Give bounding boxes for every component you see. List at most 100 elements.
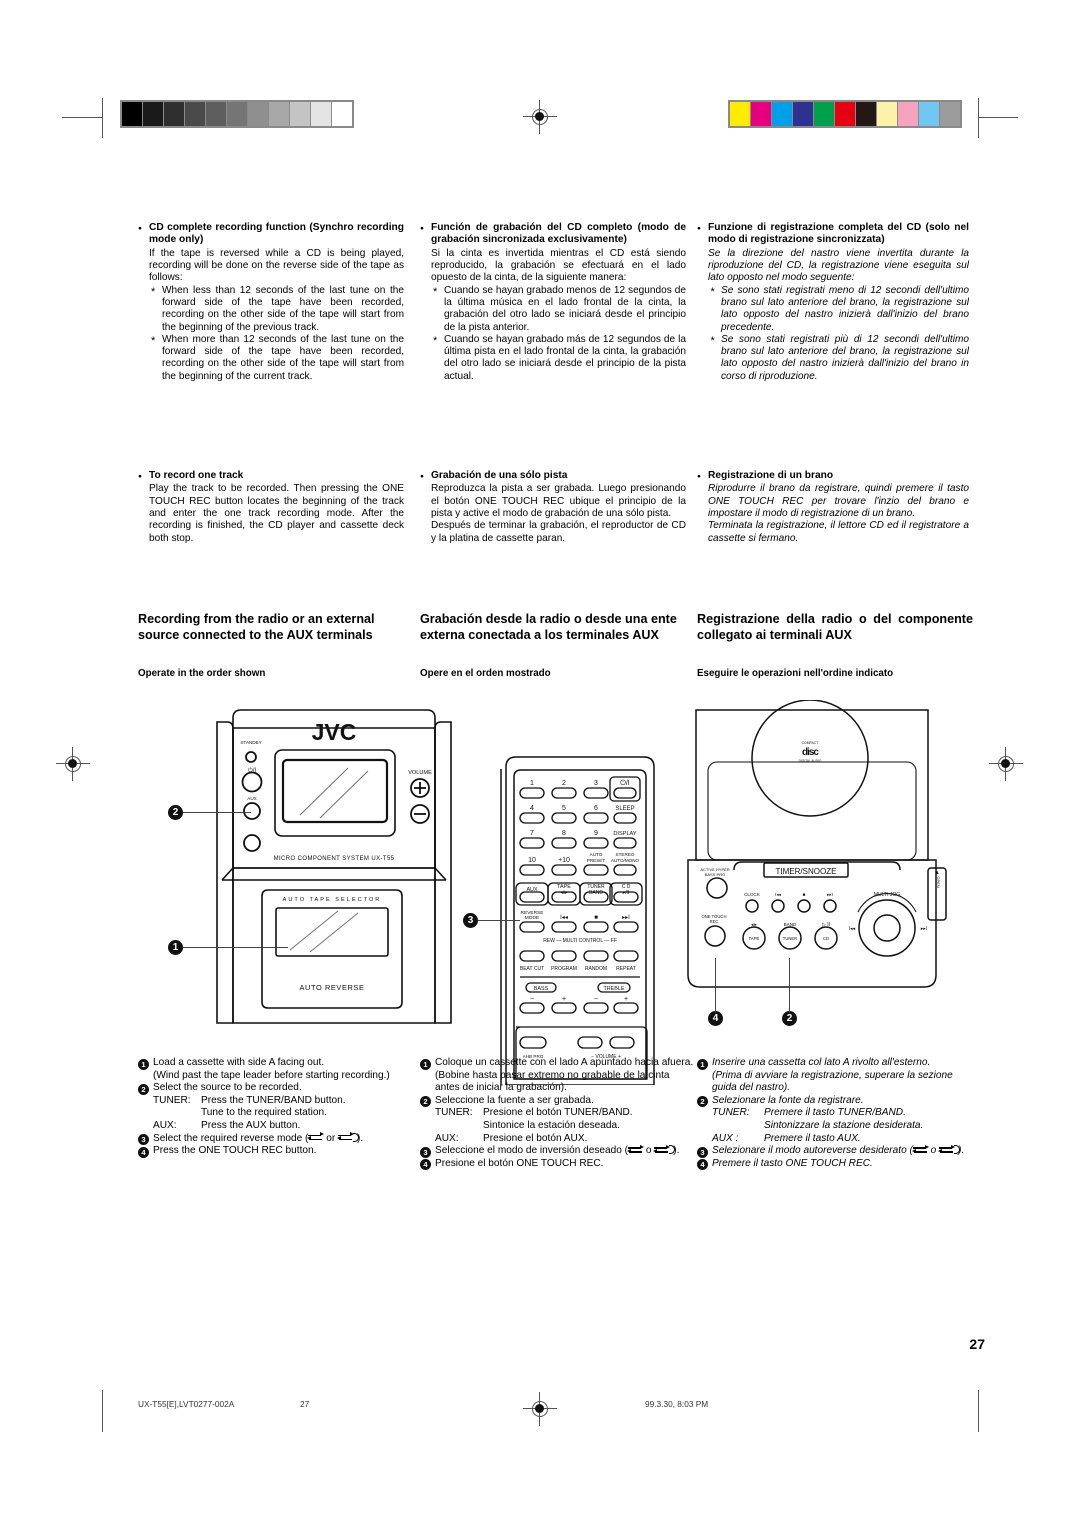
reverse-mode-loop-icon [911,1144,929,1154]
timer-snooze-label: TIMER/SNOOZE [776,867,837,876]
block-heading: Registrazione di un brano [697,470,969,483]
color-swatch-0 [730,102,750,126]
step-item: 3 Select the required reverse mode ( or )… [138,1131,410,1146]
step-option-row: AUX: Presione el botón AUX. [435,1133,694,1146]
step-text: Selezionare la fonte da registrare. [712,1094,864,1106]
remote-bass-minus: − [530,996,534,1003]
grayscale-swatch-4 [206,102,226,126]
step-option-row: Tune to the required station. [153,1107,410,1120]
remote-treble-minus: − [594,996,598,1003]
remote-band-label: BAND [589,890,603,896]
remote-bass-plus: + [562,996,566,1003]
step-text: (Wind past the tape leader before starti… [153,1069,390,1081]
step-option-key: TUNER: [435,1107,473,1119]
remote-bass-label: BASS [534,986,549,992]
step-text: Seleccione el modo de inversión deseado … [435,1144,680,1157]
trim-tick-tl-v [102,98,103,138]
step-number: 1 [138,1058,149,1070]
step-item: 4 Premere il tasto ONE TOUCH REC. [697,1158,973,1171]
step-number: 1 [697,1058,708,1070]
step-option-value: Sintonice la estación deseada. [483,1119,620,1131]
jog-prev-icon: I◂◂ [849,926,856,932]
remote-tape-icon: ◂I▸ [561,890,568,896]
step-number: 3 [420,1146,431,1158]
block-star-2: Cuando se hayan grabado más de 12 segund… [431,334,686,383]
remote-auto-preset-label-1: AUTO [590,852,603,857]
block-intro: Se la direzione del nastro viene inverti… [708,247,969,284]
block-record-one-track-en: To record one track Play the track to be… [138,470,404,545]
step-option-value: Sintonizzare la stazione desiderata. [764,1119,924,1131]
leader-line-callout-2 [183,812,251,814]
trim-tick-bl-v [102,1390,103,1432]
manual-page: CD complete recording function (Synchro … [0,0,1080,1528]
remote-key-7: 7 [530,830,534,837]
remote-treble-label: TREBLE [604,986,625,992]
step-number: 2 [420,1096,431,1108]
reverse-mode-once-icon [337,1131,360,1142]
step-number: 1 [420,1058,431,1070]
block-heading: Grabación de una sólo pista [420,470,686,483]
footer-timestamp: 99.3.30, 8:03 PM [645,1399,709,1409]
color-calibration-bar [728,100,962,128]
step-option-key: AUX: [153,1119,177,1131]
block-star-2: Se sono stati registrati più di 12 secon… [708,334,969,383]
panel-tape-label: TAPE [749,936,760,941]
page-number: 27 [969,1336,985,1352]
color-swatch-8 [898,102,918,126]
section-subtitle-italian: Eseguire le operazioni nell'ordine indic… [697,668,894,679]
reverse-mode-once-icon [653,1144,676,1155]
step-option-key [153,1107,201,1120]
step-text: Presione el botón ONE TOUCH REC. [435,1157,604,1169]
remote-prev-icon: I◂◂ [560,915,568,921]
step-item: 3 Selezionare il modo autoreverse desider… [697,1144,973,1158]
step-option-row: Sintonice la estación deseada. [435,1120,694,1133]
block-heading: CD complete recording function (Synchro … [138,222,404,247]
remote-multi-control-label: REW — MULTI CONTROL — FF [543,938,617,944]
leader-line-callout-3 [478,920,520,922]
step-item: 4 Presione el botón ONE TOUCH REC. [420,1158,694,1171]
remote-reverse-mode-label-2: MODE [525,915,539,921]
one-touch-label-2: REC [710,919,719,924]
step-text: Selezionare il modo autoreverse desidera… [712,1144,965,1157]
step-option-row: AUX: Press the AUX button. [153,1120,410,1133]
footer-page: 27 [300,1399,310,1409]
step-text: (Prima di avviare la registrazione, supe… [712,1069,953,1094]
registration-mark-right-mid [989,747,1023,781]
trim-tick-br-v [978,1390,979,1432]
color-swatch-2 [772,102,792,126]
illustration-group: JVC STANDBY ⏻/I AUX VOLUME MICRO COMPONE… [130,700,980,1085]
auto-reverse-label: AUTO REVERSE [300,983,365,992]
remote-key-6: 6 [594,805,598,812]
remote-stereo-label-1: STEREO [616,852,635,857]
step-item: 2 Select the source to be recorded. TUNER:… [138,1082,410,1132]
section-title-italian: Registrazione della radio o del componen… [697,612,973,642]
step-text: Seleccione la fuente a ser grabada. [435,1094,594,1106]
remote-key-3: 3 [594,780,598,787]
color-swatch-9 [919,102,939,126]
callout-main-unit-2: 2 [168,805,183,820]
step-option-key [435,1120,483,1133]
step-item: 2 Seleccione la fuente a ser grabada. TUNE… [420,1095,694,1145]
step-option-row: Sintonizzare la stazione desiderata. [712,1120,973,1133]
step-option-value: Premere il tasto TUNER/BAND. [764,1107,906,1119]
compact-label: COMPACT [802,741,819,745]
step-item: 2 Selezionare la fonte da registrare. TUNE… [697,1095,973,1145]
section-subtitle-english: Operate in the order shown [138,668,266,679]
grayscale-swatch-5 [227,102,247,126]
remote-repeat-label: REPEAT [616,966,636,972]
remote-auto-preset-label-2: PRESET [587,858,606,863]
grayscale-swatch-2 [164,102,184,126]
color-swatch-4 [814,102,834,126]
step-text: Press the ONE TOUCH REC button. [153,1145,317,1157]
block-intro-2: Terminata la registrazione, il lettore C… [708,520,969,544]
footer-model: UX-T55[E],LVT0277-002A [138,1399,235,1409]
remote-sleep-label: SLEEP [615,806,634,812]
step-text: Select the source to be recorded. [153,1082,302,1094]
step-option-value: Press the AUX button. [201,1119,301,1131]
leader-line-callout-4 [715,958,717,1013]
step-number: 4 [697,1159,708,1171]
remote-cd-icon: ▸/II [623,890,630,896]
reverse-mode-loop-icon [307,1131,325,1142]
step-option-value: Premere il tasto AUX. [764,1132,861,1144]
block-star-1: When less than 12 seconds of the last tu… [149,285,404,334]
